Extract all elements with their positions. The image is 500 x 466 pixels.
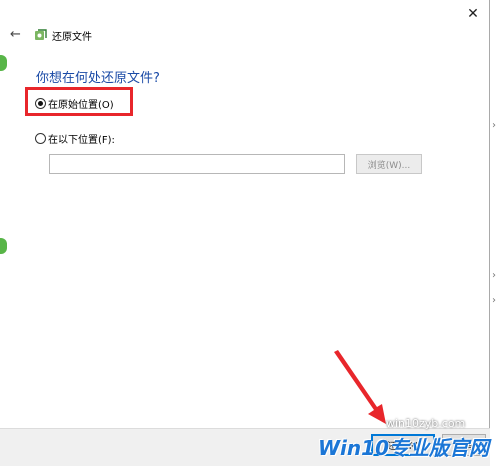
watermark-brand: Win10专业版官网 [318, 436, 489, 460]
annotation-arrow-icon [334, 350, 386, 424]
watermark-url: win10zyb.com [386, 417, 466, 430]
